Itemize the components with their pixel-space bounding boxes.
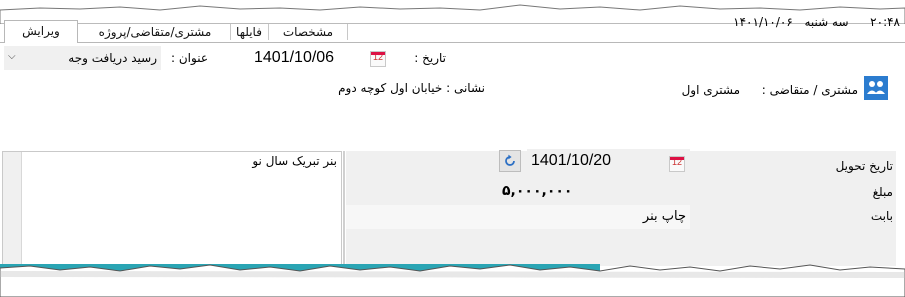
address-row: نشانی : خیابان اول کوچه دوم — [300, 80, 485, 96]
status-date: ۱۴۰۱/۱۰/۰۶ — [733, 15, 793, 29]
address-label: نشانی : — [446, 81, 485, 95]
tab-divider — [268, 24, 269, 40]
tab-customer-project[interactable]: مشتری/متقاضی/پروژه — [80, 22, 230, 42]
status-bar: ۲۰:۴۸ سه شنبه ۱۴۰۱/۱۰/۰۶ — [715, 14, 900, 30]
status-time: ۲۰:۴۸ — [870, 15, 900, 29]
tab-files-label: فایلها — [236, 25, 262, 39]
tab-customer-project-label: مشتری/متقاضی/پروژه — [98, 25, 212, 39]
amount-label: مبلغ — [872, 185, 893, 199]
date-label: تاریخ : — [414, 51, 446, 65]
subject-value: چاپ بنر — [642, 209, 686, 224]
refresh-button[interactable] — [499, 150, 521, 172]
delivery-date-input[interactable]: 1401/10/20 12 — [527, 149, 690, 173]
title-label: عنوان : — [171, 51, 208, 65]
customer-value: مشتری اول — [681, 83, 740, 97]
delivery-date-label: تاریخ تحویل — [835, 159, 893, 173]
tab-specs-label: مشخصات — [282, 25, 334, 39]
tab-files[interactable]: فایلها — [232, 22, 266, 42]
tab-specs[interactable]: مشخصات — [270, 22, 346, 42]
date-value: 1401/10/06 — [254, 49, 335, 66]
refresh-icon — [505, 154, 515, 166]
chevron-down-icon[interactable]: ⌵ — [8, 50, 20, 64]
title-combobox[interactable]: ⌵ رسید دریافت وجه — [4, 46, 161, 70]
tab-edit[interactable]: ویرایش — [4, 20, 78, 43]
customer-label: مشتری / متقاضی : — [761, 83, 858, 97]
tab-edit-label: ویرایش — [22, 24, 60, 38]
notes-scrollbar[interactable] — [3, 152, 22, 265]
notes-textarea[interactable]: بنر تبریک سال نو — [2, 151, 342, 266]
subject-label: بابت — [870, 209, 893, 223]
details-left-divider — [343, 151, 345, 266]
tab-strip-line — [0, 42, 905, 43]
calendar-icon[interactable]: 12 — [370, 51, 386, 67]
status-day: سه شنبه — [804, 15, 849, 29]
title-value: رسید دریافت وجه — [68, 51, 157, 65]
tab-divider — [230, 24, 231, 40]
tab-divider — [347, 24, 348, 40]
subject-field[interactable]: چاپ بنر — [346, 205, 690, 229]
customer-group-icon[interactable] — [864, 76, 888, 100]
torn-paper-bottom-edge — [0, 264, 905, 297]
delivery-date-value: 1401/10/20 — [531, 152, 612, 169]
date-input[interactable]: 1401/10/06 12 — [250, 46, 387, 70]
notes-value: بنر تبریک سال نو — [252, 154, 337, 168]
amount-value[interactable]: ۵,۰۰۰,۰۰۰ — [502, 181, 622, 201]
address-value: خیابان اول کوچه دوم — [338, 81, 443, 95]
calendar-icon[interactable]: 12 — [669, 156, 685, 172]
